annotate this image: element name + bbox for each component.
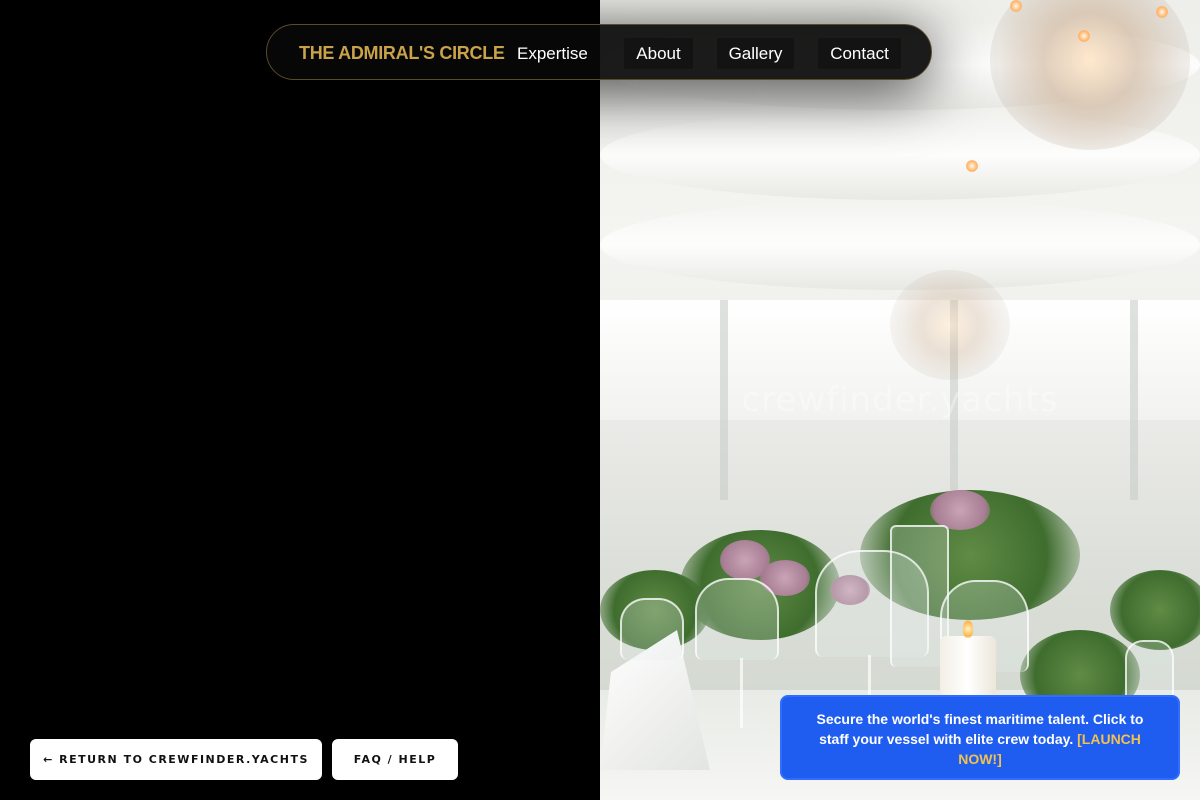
top-navigation: THE ADMIRAL'S CIRCLE Expertise About Gal… — [266, 24, 932, 80]
glass-stem — [740, 658, 743, 728]
faq-help-button[interactable]: FAQ / HELP — [332, 739, 458, 780]
foliage — [1110, 570, 1200, 650]
return-to-crewfinder-button[interactable]: ← RETURN TO CREWFINDER.YACHTS — [30, 739, 322, 780]
tent-drape — [600, 200, 1200, 290]
chandelier-icon — [890, 270, 1010, 380]
wine-glass-icon — [695, 578, 779, 660]
bulb-icon — [1156, 6, 1168, 18]
bulb-icon — [1010, 0, 1022, 12]
candle-icon — [940, 636, 996, 696]
wine-glass-icon — [620, 598, 684, 660]
promo-banner[interactable]: Secure the world's finest maritime talen… — [780, 695, 1180, 780]
bulb-icon — [1078, 30, 1090, 42]
left-dark-panel — [0, 0, 600, 800]
nav-link-contact[interactable]: Contact — [818, 38, 901, 69]
glass-stem — [868, 655, 871, 700]
brand-logo[interactable]: THE ADMIRAL'S CIRCLE — [299, 43, 505, 64]
flower — [930, 490, 990, 530]
flame-icon — [963, 620, 973, 638]
nav-link-expertise[interactable]: Expertise — [505, 38, 600, 69]
page: crewfinder.yachts THE ADMIRAL'S CIRCLE E… — [0, 0, 1200, 800]
nav-link-gallery[interactable]: Gallery — [717, 38, 794, 69]
salt-shaker-icon — [1125, 640, 1174, 702]
hero-watermark: crewfinder.yachts — [741, 380, 1059, 420]
nav-link-about[interactable]: About — [624, 38, 693, 69]
bulb-icon — [966, 160, 978, 172]
